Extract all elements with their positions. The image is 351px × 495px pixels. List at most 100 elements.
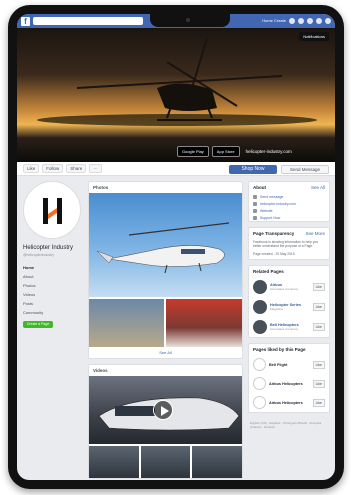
transparency-card: Page Transparency See More Facebook is s… <box>248 227 330 260</box>
avatar[interactable] <box>253 280 267 294</box>
liked-page-name[interactable]: Bell Flight <box>269 363 287 367</box>
helicopter-photo-icon <box>96 222 230 274</box>
about-row-text: Send message <box>260 194 284 199</box>
left-nav-community[interactable]: Community <box>23 308 83 317</box>
related-pages-title: Related Pages <box>249 266 329 277</box>
helicopter-industry-logo-icon <box>43 198 62 224</box>
about-header: About See All <box>249 182 329 193</box>
like-button[interactable]: Like <box>312 398 325 407</box>
related-page-category: Aerospace Company <box>270 327 299 331</box>
like-button[interactable]: Like <box>312 283 325 291</box>
app-links: Google Play App Store helicopter-industr… <box>177 146 292 157</box>
play-icon[interactable] <box>153 400 173 420</box>
notifications-icon[interactable] <box>307 18 313 24</box>
screen: f Home Create Notifications Google Play … <box>17 14 335 480</box>
about-row[interactable]: Send message <box>249 193 329 200</box>
create-page-button[interactable]: Create a Page <box>23 321 53 328</box>
related-page-row[interactable]: Helicopter Series Magazine Like <box>249 297 329 317</box>
avatar[interactable] <box>253 300 267 314</box>
like-button[interactable]: Like <box>312 323 325 331</box>
related-title-text: Related Pages <box>253 269 284 274</box>
friends-icon[interactable] <box>289 18 295 24</box>
notifications-tooltip: Notifications <box>299 32 329 41</box>
footer-languages[interactable]: English (US) · Español · Português (Bras… <box>248 418 330 432</box>
like-button[interactable]: Like <box>312 360 325 369</box>
about-row-text: Website <box>260 208 273 213</box>
send-message-button[interactable]: Send Message <box>281 165 329 174</box>
photo-row <box>89 299 242 347</box>
left-nav-photos[interactable]: Photos <box>23 281 83 290</box>
photos-card: Photos See All <box>88 181 243 359</box>
liked-page-row[interactable]: Airbus Helicopters Like <box>249 393 329 412</box>
liked-page-row[interactable]: Bell Flight Like <box>249 355 329 374</box>
about-row[interactable]: helicopter-industry.com <box>249 200 329 207</box>
account-menu-icon[interactable] <box>325 18 331 24</box>
left-nav-videos[interactable]: Videos <box>23 290 83 299</box>
related-page-row[interactable]: Bell Helicopters Aerospace Company Like <box>249 317 329 337</box>
related-page-category: Aerospace Company <box>270 287 299 291</box>
videos-title[interactable]: Videos <box>89 365 242 376</box>
about-card: About See All Send message helicopter-in… <box>248 181 330 222</box>
photos-see-all-link[interactable]: See All <box>89 347 242 358</box>
about-title: About <box>253 185 266 190</box>
tablet-frame: f Home Create Notifications Google Play … <box>8 5 344 489</box>
globe-icon <box>253 201 257 206</box>
liked-page-name[interactable]: Airbus Helicopters <box>269 382 303 386</box>
search-input[interactable] <box>33 17 143 25</box>
photos-title[interactable]: Photos <box>89 182 242 193</box>
liked-page-row[interactable]: Airbus Helicopters Like <box>249 374 329 393</box>
photo-thumbnail[interactable] <box>89 299 164 347</box>
video-thumbnail[interactable] <box>192 446 243 478</box>
video-thumbnail[interactable] <box>140 446 191 478</box>
left-column: Helicopter Industry @helicopterindustry … <box>23 181 83 328</box>
cover-photo[interactable]: Notifications Google Play App Store heli… <box>17 28 335 162</box>
left-nav-about[interactable]: About <box>23 272 83 281</box>
messenger-icon[interactable] <box>298 18 304 24</box>
app-store-badge[interactable]: App Store <box>211 146 240 157</box>
helicopter-silhouette-icon <box>37 37 317 126</box>
follow-button[interactable]: Follow <box>42 164 64 173</box>
like-button[interactable]: Like <box>312 303 325 311</box>
more-button[interactable]: ··· <box>89 164 102 173</box>
like-button[interactable]: Like <box>312 379 325 388</box>
like-button[interactable]: Like <box>23 164 40 173</box>
camera-icon <box>186 18 190 22</box>
transparency-see-more-link[interactable]: See More <box>305 231 325 236</box>
facebook-logo-icon[interactable]: f <box>21 16 30 26</box>
video-thumbnail[interactable] <box>89 446 139 478</box>
liked-pages-card: Pages liked by this Page Bell Flight Lik… <box>248 343 330 413</box>
page-handle: @helicopterindustry <box>23 253 54 257</box>
bell-flight-logo-icon[interactable] <box>253 358 266 371</box>
right-column: About See All Send message helicopter-in… <box>248 181 330 432</box>
nav-links[interactable]: Home Create <box>262 18 286 24</box>
about-row[interactable]: Support Now <box>249 214 329 221</box>
about-see-all-link[interactable]: See All <box>311 185 325 190</box>
shop-now-button[interactable]: Shop Now <box>229 165 277 174</box>
photo-main[interactable] <box>89 193 242 297</box>
airbus-logo-icon[interactable] <box>253 377 266 390</box>
related-pages-card: Related Pages Airbus Aerospace Company Li… <box>248 265 330 338</box>
avatar[interactable] <box>253 320 267 334</box>
video-player[interactable] <box>89 376 242 444</box>
edit-icon <box>253 215 257 220</box>
related-page-row[interactable]: Airbus Aerospace Company Like <box>249 277 329 297</box>
photo-thumbnail[interactable] <box>166 299 242 347</box>
liked-page-name[interactable]: Airbus Helicopters <box>269 401 303 405</box>
liked-pages-title: Pages liked by this Page <box>249 344 329 355</box>
profile-picture[interactable] <box>23 181 81 239</box>
left-nav-posts[interactable]: Posts <box>23 299 83 308</box>
tag-icon <box>253 208 257 213</box>
google-play-badge[interactable]: Google Play <box>177 146 209 157</box>
videos-card: Videos <box>88 364 243 479</box>
related-page-category: Magazine <box>270 307 284 311</box>
share-button[interactable]: Share <box>66 164 87 173</box>
liked-title-text: Pages liked by this Page <box>253 347 306 352</box>
page-created-date: Page created - 20 May 2015 <box>253 252 295 256</box>
about-row[interactable]: Website <box>249 207 329 214</box>
about-row-text: helicopter-industry.com <box>260 201 296 206</box>
left-nav: Home About Photos Videos Posts Community <box>23 263 83 317</box>
left-nav-home[interactable]: Home <box>23 263 83 272</box>
airbus-logo-icon[interactable] <box>253 396 266 409</box>
help-icon[interactable] <box>316 18 322 24</box>
messenger-icon <box>253 194 257 199</box>
